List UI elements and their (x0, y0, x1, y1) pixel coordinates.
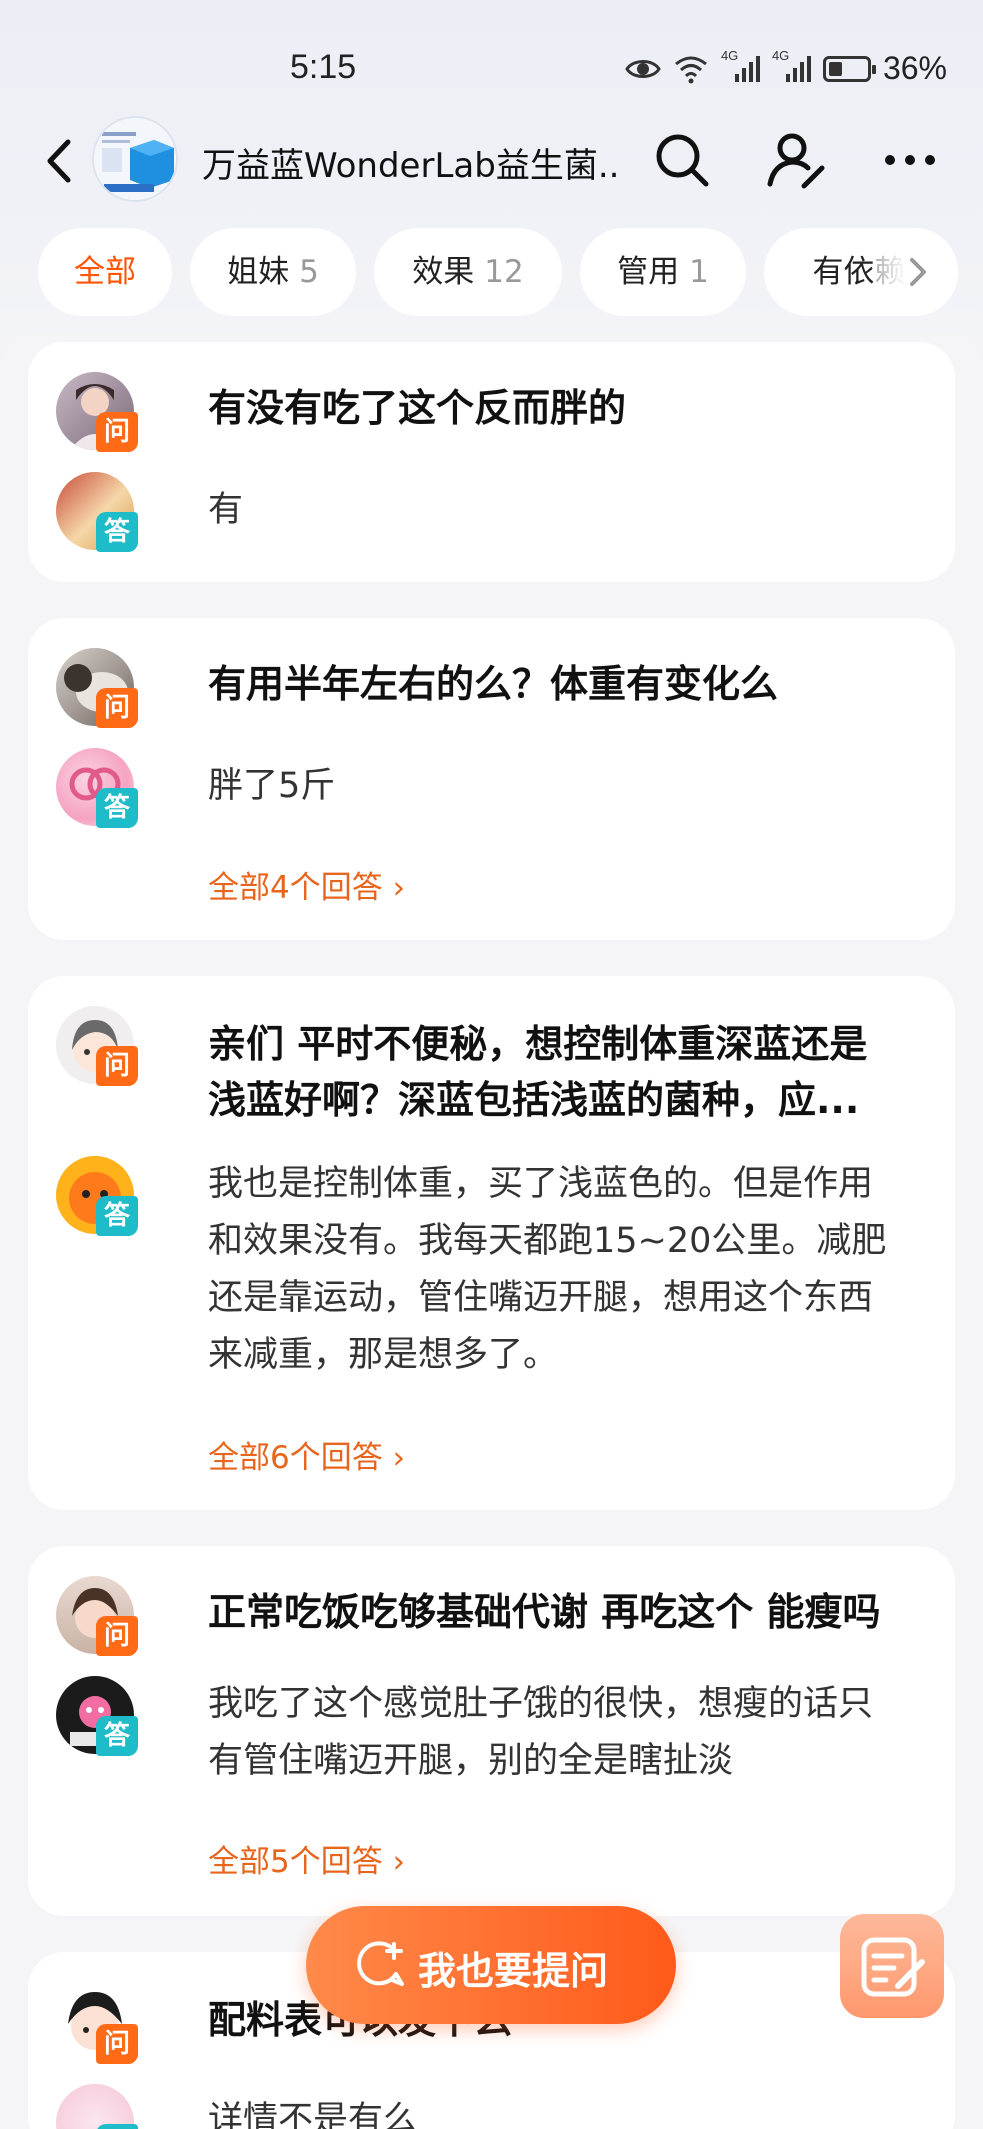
tab-label: 管用 (617, 254, 680, 290)
answer-line: 我也是控制体重，买了浅蓝色的。但是作用 (208, 1164, 874, 1204)
network-type-2: 4G (771, 47, 790, 63)
chevron-right-icon (910, 258, 926, 286)
tab-sisters[interactable]: 姐妹 5 (190, 228, 356, 316)
question-badge: 问 (96, 1616, 138, 1656)
view-all-answers-link[interactable]: 全部4个回答 › (208, 862, 405, 907)
signal-strength-icon-2: 4G (772, 48, 811, 82)
question-text: 亲们 平时不便秘，想控制体重深蓝还是 浅蓝好啊？深蓝包括浅蓝的菌种，应... (208, 1016, 867, 1128)
question-row: 问 亲们 平时不便秘，想控制体重深蓝还是 浅蓝好啊？深蓝包括浅蓝的菌种，应... (56, 1006, 936, 1136)
answer-row: 答 我吃了这个感觉肚子饿的很快，想瘦的话只 有管住嘴迈开腿，别的全是瞎扯淡 (56, 1676, 936, 1806)
tab-count: 12 (484, 254, 524, 290)
question-row: 问 正常吃饭吃够基础代谢 再吃这个 能瘦吗 (56, 1576, 936, 1656)
tab-label: 全部 (74, 254, 136, 290)
search-icon[interactable] (650, 128, 714, 192)
view-all-answers-link[interactable]: 全部6个回答 › (208, 1432, 405, 1477)
tab-count: 5 (299, 254, 319, 290)
question-text: 有用半年左右的么？体重有变化么 (208, 662, 779, 706)
answer-badge: 答 (96, 1716, 138, 1756)
tab-count: 1 (689, 254, 709, 290)
answer-row: 答 胖了5斤 (56, 748, 936, 828)
qa-card[interactable]: 问 正常吃饭吃够基础代谢 再吃这个 能瘦吗 答 我吃了这个感觉肚子饿的很快，想瘦… (28, 1546, 955, 1916)
battery-percentage: 36% (882, 50, 947, 86)
question-badge: 问 (96, 2024, 138, 2064)
battery-fill (828, 61, 842, 76)
answer-text: 我也是控制体重，买了浅蓝色的。但是作用 和效果没有。我每天都跑15~20公里。减… (208, 1156, 886, 1384)
question-row: 问 有用半年左右的么？体重有变化么 (56, 648, 936, 728)
network-type-1: 4G (720, 47, 739, 63)
answer-text: 胖了5斤 (208, 766, 336, 806)
signal-strength-icon-1: 4G (721, 48, 760, 82)
answer-line: 来减重，那是想多了。 (208, 1335, 559, 1375)
page-title: 万益蓝WonderLab益生菌... (202, 146, 622, 186)
tab-useful[interactable]: 管用 1 (580, 228, 746, 316)
question-text: 有没有吃了这个反而胖的 (208, 386, 627, 430)
answer-badge: 答 (96, 2124, 138, 2129)
answer-badge: 答 (96, 512, 138, 552)
question-row: 问 有没有吃了这个反而胖的 (56, 372, 936, 452)
ask-question-icon (357, 1941, 404, 1986)
more-options-icon[interactable] (878, 128, 942, 192)
product-image-icon (94, 118, 176, 200)
question-line: 浅蓝好啊？深蓝包括浅蓝的菌种，应... (208, 1078, 860, 1122)
eye-icon (625, 59, 661, 78)
answer-badge: 答 (96, 1196, 138, 1236)
answer-row: 答 详情不是有么 (56, 2084, 936, 2129)
tab-label: 姐妹 (227, 254, 290, 290)
filter-tabs: 全部 姐妹 5 效果 12 管用 1 有依赖 (38, 228, 983, 316)
question-text: 正常吃饭吃够基础代谢 再吃这个 能瘦吗 (208, 1590, 881, 1634)
question-line: 亲们 平时不便秘，想控制体重深蓝还是 (208, 1022, 868, 1066)
answer-row: 答 我也是控制体重，买了浅蓝色的。但是作用 和效果没有。我每天都跑15~20公里… (56, 1156, 936, 1396)
answer-text: 详情不是有么 (208, 2100, 419, 2129)
qa-card[interactable]: 问 有没有吃了这个反而胖的 答 有 (28, 342, 955, 582)
tab-label: 效果 (412, 254, 475, 290)
answer-line: 和效果没有。我每天都跑15~20公里。减肥 (208, 1221, 887, 1261)
answer-text: 有 (208, 490, 244, 530)
qa-card[interactable]: 问 有用半年左右的么？体重有变化么 答 胖了5斤 全部4个回答 › (28, 618, 955, 940)
answer-text: 我吃了这个感觉肚子饿的很快，想瘦的话只 有管住嘴迈开腿，别的全是瞎扯淡 (208, 1676, 873, 1790)
back-arrow-icon[interactable] (40, 136, 80, 186)
ask-question-label: 我也要提问 (418, 1949, 609, 1993)
status-time: 5:15 (290, 48, 357, 86)
ask-question-button[interactable]: 我也要提问 (306, 1906, 676, 2024)
qa-card[interactable]: 问 亲们 平时不便秘，想控制体重深蓝还是 浅蓝好啊？深蓝包括浅蓝的菌种，应...… (28, 976, 955, 1510)
answer-row: 答 有 (56, 472, 936, 552)
tab-effect[interactable]: 效果 12 (374, 228, 562, 316)
answer-line: 还是靠运动，管住嘴迈开腿，想用这个东西 (208, 1278, 874, 1318)
question-badge: 问 (96, 412, 138, 452)
edit-note-icon (861, 1937, 925, 1997)
write-note-button[interactable] (840, 1914, 944, 2018)
user-edit-icon[interactable] (764, 128, 828, 192)
product-thumbnail[interactable] (92, 116, 178, 202)
view-all-answers-link[interactable]: 全部5个回答 › (208, 1836, 405, 1881)
tabs-scroll-button[interactable] (872, 228, 958, 316)
answer-badge: 答 (96, 788, 138, 828)
tab-all[interactable]: 全部 (38, 228, 172, 316)
battery-icon (822, 55, 876, 82)
question-badge: 问 (96, 688, 138, 728)
answer-line: 我吃了这个感觉肚子饿的很快，想瘦的话只 (208, 1684, 874, 1724)
answer-line: 有管住嘴迈开腿，别的全是瞎扯淡 (208, 1741, 734, 1781)
top-header: 万益蓝WonderLab益生菌... (0, 110, 983, 210)
question-badge: 问 (96, 1046, 138, 1086)
avatar (56, 2084, 134, 2129)
wifi-icon (675, 56, 707, 83)
status-icons: 4G 4G 36% (625, 48, 947, 87)
